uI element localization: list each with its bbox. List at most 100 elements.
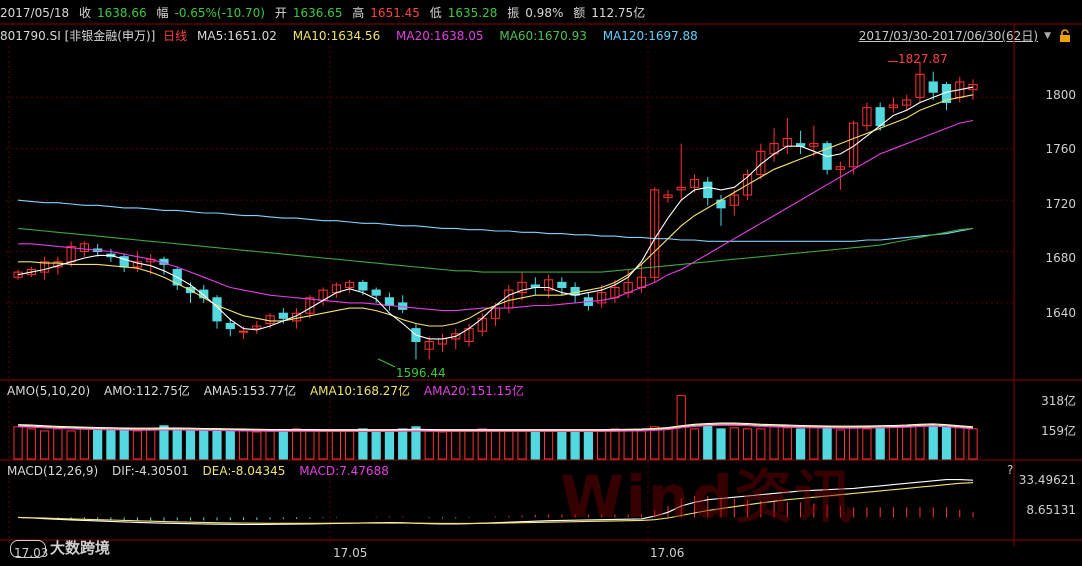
candle-body	[703, 181, 713, 199]
candle-body	[477, 317, 487, 332]
volume-bar	[26, 428, 36, 460]
volume-bar	[517, 430, 527, 460]
volume-bar	[278, 429, 288, 460]
candle-body	[504, 289, 514, 309]
low-value: 1635.28	[447, 6, 498, 20]
dif-value: DIF:-4.30501	[111, 464, 189, 478]
candle-body	[968, 84, 978, 91]
amount-label: 额	[573, 6, 586, 20]
ma5-line	[17, 86, 974, 340]
date-range-selector[interactable]: 2017/03/30-2017/06/30(62日)	[859, 26, 1038, 46]
candle-body	[225, 322, 235, 330]
ama20-value: AMA20:151.15亿	[423, 384, 524, 398]
candle-body	[398, 302, 408, 310]
amount-value: 112.75亿	[591, 6, 646, 20]
candle-body	[185, 287, 196, 294]
amo-legend: AMO(5,10,20) AMO:112.75亿 AMA5:153.77亿 AM…	[7, 383, 534, 399]
macd-tick-mid: 8.65131	[1026, 503, 1076, 517]
candle-body	[610, 287, 620, 299]
candle-body	[663, 194, 673, 199]
volume-bar	[159, 425, 169, 460]
ma5-legend: MA5:1651.02	[197, 29, 277, 43]
brand-watermark-text: 大数跨境	[50, 539, 111, 557]
candle-body	[809, 143, 819, 147]
candle-body	[305, 297, 315, 314]
candle-body	[159, 258, 169, 265]
candle-body	[742, 173, 753, 196]
volume-bar	[451, 430, 461, 460]
candle-body	[411, 328, 421, 342]
volume-bar	[424, 430, 434, 460]
volume-bar	[331, 430, 341, 460]
candle-body	[689, 179, 700, 188]
ma20-line	[18, 119, 974, 312]
macd-indicator-name[interactable]: MACD(12,26,9)	[7, 464, 98, 478]
candle-body	[676, 186, 686, 191]
ma60-legend: MA60:1670.93	[499, 29, 587, 43]
ama5-line	[18, 422, 974, 431]
security-name: 801790.SI [非银金融(申万)]	[0, 29, 156, 43]
volume-bar	[477, 428, 487, 460]
low-pointer	[377, 358, 396, 368]
volume-bar	[106, 429, 116, 460]
candle-body	[464, 328, 474, 342]
high-value: 1651.45	[370, 6, 420, 20]
ma10-legend: MA10:1634.56	[292, 29, 381, 43]
dea-value: DEA:-8.04345	[202, 464, 286, 478]
candle-body	[769, 143, 779, 155]
volume-bar	[119, 428, 129, 460]
change-label: 幅	[156, 6, 169, 20]
candle-body	[888, 104, 899, 109]
period-selector[interactable]: 日线	[163, 29, 187, 43]
volume-bar	[199, 429, 209, 460]
high-label: 高	[352, 6, 365, 20]
ama20-line	[18, 424, 974, 433]
close-value: 1638.66	[97, 6, 147, 20]
candle-body	[849, 122, 859, 168]
quote-date: 2017/05/18	[0, 6, 70, 20]
candle-body	[371, 289, 381, 296]
candle-body	[517, 281, 527, 294]
volume-bar	[371, 429, 381, 460]
volume-bar	[305, 429, 315, 460]
volume-bar	[345, 429, 355, 460]
macd-legend: MACD(12,26,9) DIF:-4.30501 DEA:-8.04345 …	[7, 463, 399, 479]
help-icon[interactable]: ?	[1007, 463, 1013, 477]
high-annotation: 1827.87	[898, 52, 948, 66]
volume-bar	[437, 431, 448, 460]
candle-body	[212, 297, 222, 322]
ma60-line	[18, 227, 974, 273]
candle-body	[345, 281, 355, 289]
volume-bar	[464, 429, 474, 460]
volume-bar	[318, 430, 328, 460]
candle-body	[835, 166, 845, 170]
candle-body	[795, 143, 806, 147]
candle-body	[384, 297, 395, 306]
candle-body	[756, 150, 766, 175]
chevron-down-icon[interactable]: ▼	[1044, 26, 1051, 46]
lock-icon[interactable]	[1058, 29, 1072, 43]
amo-tick-high: 318亿	[1041, 394, 1076, 408]
chart-canvas[interactable]	[0, 0, 1082, 566]
candle-body	[650, 189, 660, 278]
date-tick-jun: 17.06	[650, 546, 685, 560]
close-label: 收	[79, 6, 92, 20]
candle-body	[437, 338, 448, 345]
amo-indicator-name[interactable]: AMO(5,10,20)	[7, 384, 90, 398]
candle-body	[941, 84, 952, 104]
candle-body	[955, 81, 965, 98]
brand-watermark: 大数跨境	[10, 537, 110, 558]
candle-body	[915, 73, 925, 98]
volume-bar	[968, 428, 978, 460]
macd-value: MACD:7.47688	[299, 464, 389, 478]
candle-body	[93, 248, 103, 253]
candle-body	[331, 284, 341, 294]
ma10-line	[18, 94, 974, 327]
price-tick-1640: 1640	[1045, 306, 1076, 320]
volume-bar	[39, 430, 50, 460]
volume-bar	[955, 427, 965, 460]
candle-body	[530, 284, 540, 289]
price-tick-1680: 1680	[1045, 251, 1076, 265]
amo-value: AMO:112.75亿	[104, 384, 190, 398]
candle-body	[252, 325, 262, 330]
